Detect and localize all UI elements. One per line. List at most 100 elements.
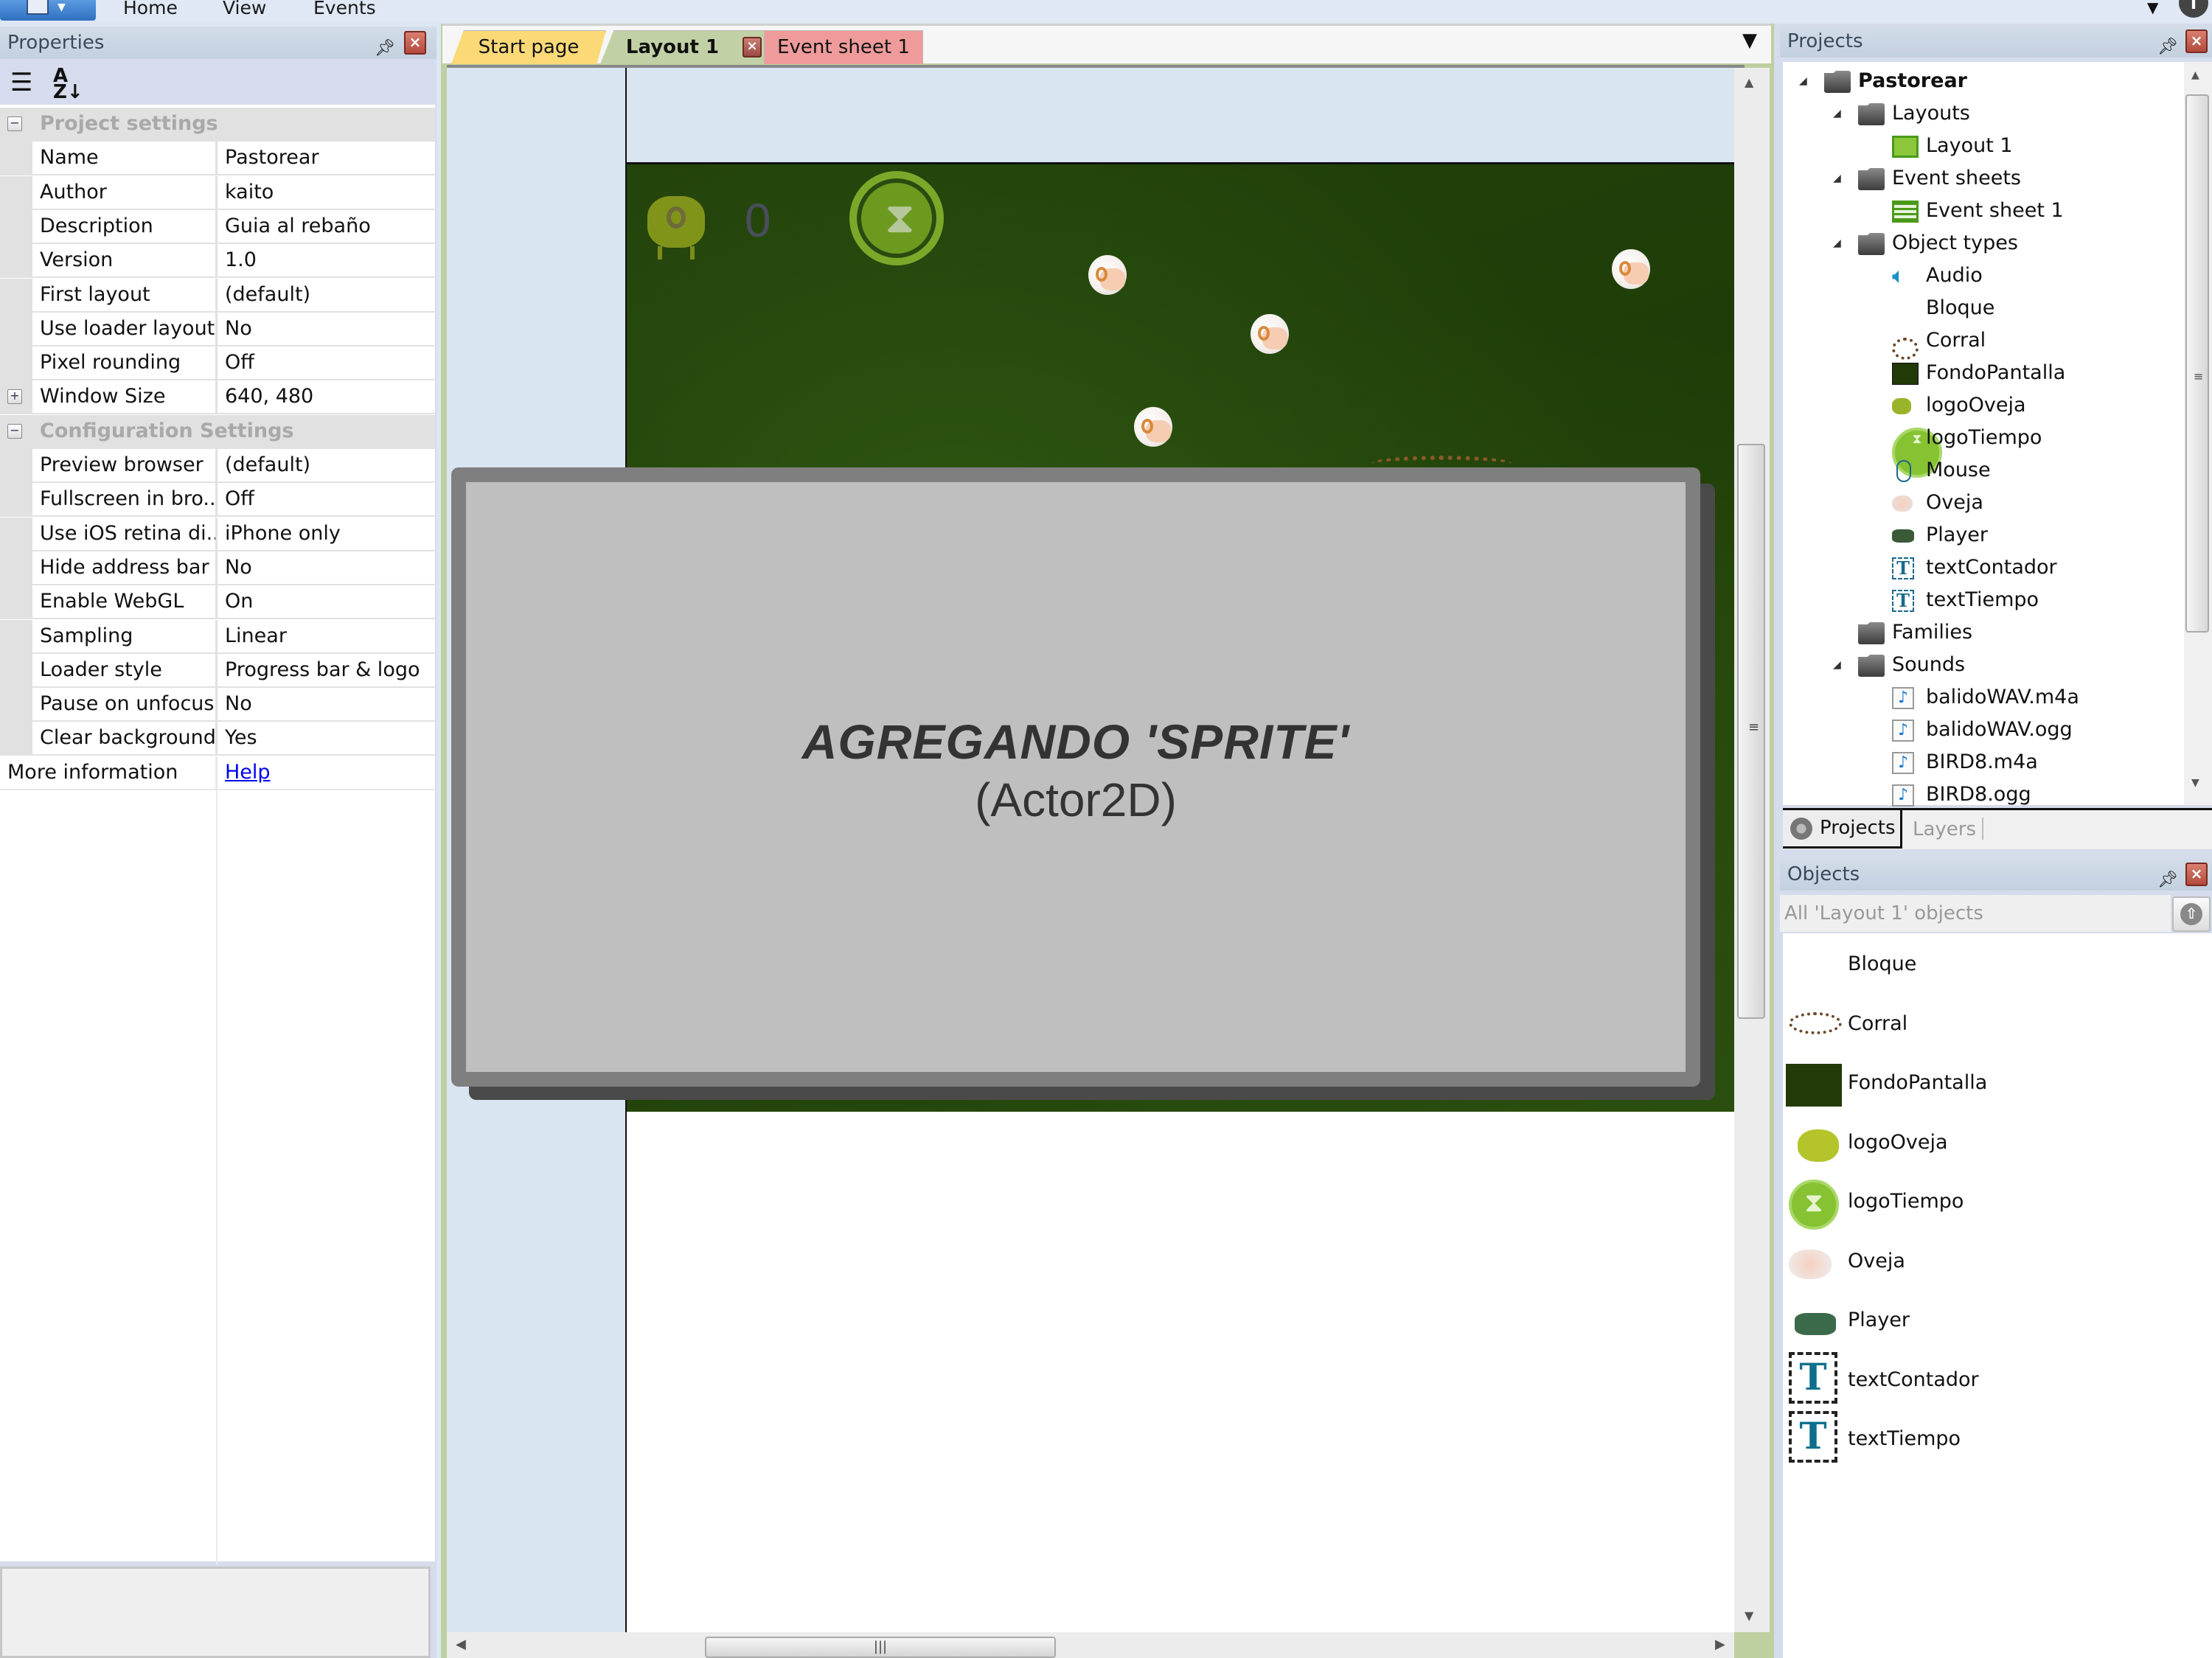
property-row[interactable]: Use iOS retina di... iPhone only: [0, 517, 435, 551]
pin-icon[interactable]: 📌︎: [2157, 864, 2178, 896]
tabs-dropdown-icon[interactable]: ▼: [1742, 29, 1757, 52]
scroll-thumb[interactable]: ≡: [1737, 444, 1765, 1019]
scroll-down-icon[interactable]: ▼: [2191, 777, 2199, 789]
property-value[interactable]: No: [218, 312, 435, 345]
object-item[interactable]: TtextContador: [1783, 1351, 2211, 1414]
property-value[interactable]: iPhone only: [218, 517, 435, 550]
property-row[interactable]: Sampling Linear: [0, 619, 435, 654]
tab-start-page[interactable]: Start page: [451, 30, 606, 64]
property-row[interactable]: Author kaito: [0, 175, 435, 210]
property-value[interactable]: Guia al rebaño: [218, 209, 435, 243]
property-value[interactable]: Progress bar & logo: [218, 653, 435, 686]
property-row[interactable]: Name Pastorear: [0, 142, 435, 176]
property-row[interactable]: Enable WebGL On: [0, 585, 435, 620]
property-value[interactable]: No: [218, 551, 435, 584]
property-value[interactable]: kaito: [218, 175, 435, 209]
tab-label: Event sheet 1: [777, 36, 910, 58]
scroll-down-icon[interactable]: ▼: [1745, 1609, 1753, 1623]
sort-alphabetical-icon[interactable]: A Z↓: [53, 66, 83, 102]
close-icon[interactable]: ×: [2185, 29, 2208, 53]
oveja-sprite[interactable]: [1130, 403, 1181, 454]
object-item[interactable]: Oveja: [1783, 1236, 2211, 1295]
expand-arrow-icon[interactable]: ◢: [1833, 649, 1841, 681]
property-name: First layout: [32, 278, 215, 311]
close-tab-icon[interactable]: ×: [742, 37, 762, 58]
logo-oveja-sprite[interactable]: [647, 190, 728, 264]
scroll-thumb[interactable]: |||: [705, 1637, 1056, 1658]
text-contador[interactable]: 0: [745, 193, 771, 248]
property-value[interactable]: Linear: [218, 619, 435, 652]
property-row[interactable]: Description Guia al rebaño: [0, 209, 435, 244]
expand-arrow-icon[interactable]: ◢: [1799, 65, 1807, 97]
tab-projects[interactable]: Projects: [1783, 810, 1902, 849]
property-row[interactable]: Hide address bar No: [0, 551, 435, 585]
property-value[interactable]: Off: [218, 346, 435, 380]
expand-arrow-icon[interactable]: ◢: [1833, 97, 1841, 130]
property-row[interactable]: First layout (default): [0, 278, 435, 313]
object-item[interactable]: ⧗ logoTiempo: [1783, 1177, 2211, 1236]
object-item[interactable]: TtextTiempo: [1783, 1411, 2211, 1473]
tree-scrollbar[interactable]: ▲ ≡ ▼: [2184, 62, 2212, 805]
pin-icon[interactable]: 📌︎: [2157, 31, 2178, 63]
object-label: Player: [1848, 1309, 1910, 1331]
property-row[interactable]: + Window Size 640, 480: [0, 380, 435, 415]
property-row[interactable]: Use loader layout No: [0, 312, 435, 346]
property-row[interactable]: Version 1.0: [0, 244, 435, 279]
ribbon-tab-view[interactable]: View: [223, 0, 266, 18]
object-item[interactable]: Bloque: [1783, 939, 2211, 998]
property-value[interactable]: (default): [218, 278, 435, 311]
scroll-left-icon[interactable]: ◀: [456, 1637, 466, 1652]
ribbon-tab-events[interactable]: Events: [313, 0, 376, 18]
expand-arrow-icon[interactable]: ◢: [1833, 227, 1841, 260]
expand-arrow-icon[interactable]: ◢: [1833, 162, 1841, 195]
oveja-sprite[interactable]: [1084, 251, 1135, 302]
objects-filter-input[interactable]: All 'Layout 1' objects: [1780, 895, 2171, 932]
category-row[interactable]: − Project settings: [0, 108, 435, 142]
close-icon[interactable]: ×: [404, 31, 426, 55]
object-item[interactable]: Player: [1783, 1295, 2211, 1354]
tab-layers[interactable]: Layers: [1913, 810, 1976, 849]
property-value[interactable]: Yes: [218, 722, 435, 755]
property-value[interactable]: (default): [218, 449, 435, 481]
logo-tiempo-sprite[interactable]: ⧗: [849, 171, 944, 265]
property-value[interactable]: 640, 480: [218, 380, 435, 414]
oveja-sprite[interactable]: [1246, 310, 1298, 361]
property-row[interactable]: Pause on unfocus No: [0, 688, 435, 722]
scroll-up-icon[interactable]: ▲: [2191, 69, 2199, 81]
ribbon-minimize-icon[interactable]: ▼: [2147, 0, 2158, 16]
expand-icon[interactable]: +: [7, 389, 22, 405]
folder-up-button[interactable]: ⇧: [2172, 896, 2211, 932]
object-item[interactable]: Corral: [1783, 999, 2211, 1058]
ribbon-tab-home[interactable]: Home: [123, 0, 178, 18]
property-row[interactable]: Preview browser (default): [0, 449, 435, 483]
categorized-view-icon[interactable]: ☰: [10, 68, 32, 97]
property-value[interactable]: Pastorear: [218, 142, 435, 175]
property-value[interactable]: No: [218, 688, 435, 721]
object-label: logoOveja: [1848, 1130, 1948, 1154]
horizontal-scrollbar[interactable]: ◀ ||| ▶: [447, 1632, 1734, 1658]
scroll-right-icon[interactable]: ▶: [1715, 1637, 1725, 1652]
oveja-sprite[interactable]: [1607, 245, 1659, 296]
scroll-thumb[interactable]: ≡: [2185, 94, 2209, 633]
property-value[interactable]: 1.0: [218, 244, 435, 277]
collapse-icon[interactable]: −: [7, 423, 22, 439]
property-value[interactable]: On: [218, 585, 435, 619]
property-row[interactable]: Loader style Progress bar & logo: [0, 653, 435, 688]
property-value[interactable]: Off: [218, 483, 435, 516]
category-row[interactable]: − Configuration Settings: [0, 414, 435, 449]
object-item[interactable]: logoOveja: [1783, 1118, 2211, 1177]
tab-event-sheet-1[interactable]: Event sheet 1: [764, 30, 923, 64]
scroll-up-icon[interactable]: ▲: [1745, 75, 1753, 89]
property-row[interactable]: Fullscreen in bro... Off: [0, 483, 435, 518]
sound-file-icon: ♪: [1892, 784, 1914, 807]
app-menu-button[interactable]: ▼: [0, 0, 96, 21]
help-link[interactable]: Help: [218, 756, 435, 789]
property-row[interactable]: Pixel rounding Off: [0, 346, 435, 381]
tab-layout-1[interactable]: Layout 1 ×: [600, 30, 770, 64]
collapse-icon[interactable]: −: [7, 116, 22, 131]
property-name: Window Size: [32, 380, 215, 414]
property-row[interactable]: Clear background Yes: [0, 722, 435, 756]
object-item[interactable]: FondoPantalla: [1783, 1058, 2211, 1117]
close-icon[interactable]: ×: [2185, 863, 2208, 886]
vertical-scrollbar[interactable]: ▲ ≡ ▼: [1734, 68, 1770, 1632]
